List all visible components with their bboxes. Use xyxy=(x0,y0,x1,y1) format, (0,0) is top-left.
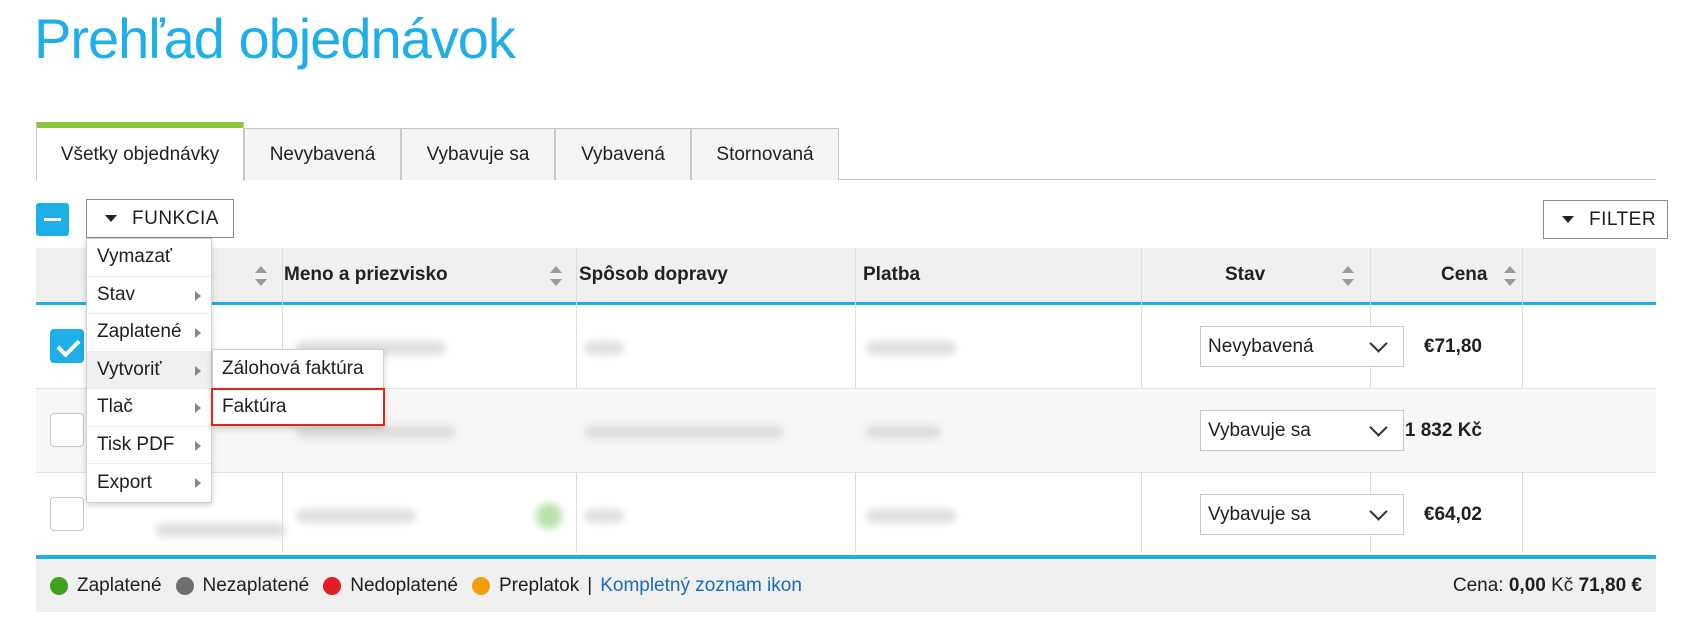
legend-overpaid: Preplatok xyxy=(471,574,580,597)
menu-item-label: Vytvoriť xyxy=(97,358,162,380)
blurred-order-date xyxy=(156,523,286,537)
overpaid-dot-icon xyxy=(471,576,490,595)
submenu-item-proforma-invoice[interactable]: Zálohová faktúra xyxy=(213,350,383,388)
menu-item-print-pdf[interactable]: Tisk PDF xyxy=(87,427,211,464)
unpaid-dot-icon xyxy=(175,576,194,595)
menu-item-export[interactable]: Export xyxy=(87,464,211,502)
header-status[interactable]: Stav xyxy=(1225,248,1265,302)
functions-menu: Vymazať Stav Zaplatené Vytvoriť Tlač Tis… xyxy=(86,238,212,503)
chevron-down-icon xyxy=(1369,502,1388,521)
sort-icon[interactable] xyxy=(550,266,562,286)
status-select-value: Nevybavená xyxy=(1208,335,1314,357)
legend-separator: | xyxy=(587,574,593,596)
status-select-value: Vybavuje sa xyxy=(1208,419,1311,441)
header-shipping: Spôsob dopravy xyxy=(579,264,728,285)
legend-label: Preplatok xyxy=(498,574,580,596)
total-czk: 0,00 xyxy=(1508,574,1546,596)
status-select-value: Vybavuje sa xyxy=(1208,503,1311,525)
chevron-right-icon xyxy=(195,290,201,301)
total-czk-currency: Kč xyxy=(1551,574,1574,596)
caret-down-icon xyxy=(1562,216,1574,223)
status-select[interactable]: Vybavuje sa xyxy=(1200,494,1404,535)
create-submenu: Zálohová faktúra Faktúra xyxy=(212,349,384,427)
blurred-shipping xyxy=(584,425,784,439)
menu-item-label: Tisk PDF xyxy=(97,433,175,455)
blurred-payment xyxy=(866,341,956,355)
filter-button-label: FILTER xyxy=(1589,208,1657,230)
chevron-right-icon xyxy=(195,403,201,413)
icon-list-link[interactable]: Kompletný zoznam ikon xyxy=(600,575,802,597)
tab-all-orders[interactable]: Všetky objednávky xyxy=(36,122,244,181)
tab-cancelled[interactable]: Stornovaná xyxy=(691,128,839,180)
table-footer: Zaplatené Nezaplatené Nedoplatené Prepla… xyxy=(36,555,1656,612)
tab-unprocessed[interactable]: Nevybavená xyxy=(244,128,401,180)
status-select[interactable]: Vybavuje sa xyxy=(1200,410,1404,451)
blurred-customer-name xyxy=(296,509,416,523)
legend-label: Nedoplatené xyxy=(350,574,458,596)
legend-paid: Zaplatené xyxy=(50,575,162,597)
legend-unpaid: Nezaplatené xyxy=(175,574,310,597)
functions-button[interactable]: FUNKCIA xyxy=(86,199,234,238)
blurred-status-icon xyxy=(536,503,562,529)
table-row[interactable]: Vybavuje sa €64,02 xyxy=(36,473,1656,557)
menu-item-print[interactable]: Tlač xyxy=(87,389,211,427)
menu-item-delete[interactable]: Vymazať xyxy=(87,239,211,277)
header-payment: Platba xyxy=(863,264,921,285)
blurred-payment xyxy=(866,425,941,439)
legend-label: Nezaplatené xyxy=(202,574,310,596)
select-all-checkbox[interactable] xyxy=(36,203,69,236)
tab-processing[interactable]: Vybavuje sa xyxy=(401,128,555,180)
paid-dot-icon xyxy=(50,576,68,595)
menu-item-paid[interactable]: Zaplatené xyxy=(87,314,211,352)
functions-button-label: FUNKCIA xyxy=(132,207,219,229)
chevron-right-icon xyxy=(195,365,201,376)
chevron-down-icon xyxy=(1369,418,1388,437)
order-price: 1 832 Kč xyxy=(1404,420,1482,441)
filter-button[interactable]: FILTER xyxy=(1543,200,1668,239)
total-label: Cena: xyxy=(1452,574,1504,596)
menu-item-label: Tlač xyxy=(97,396,133,418)
sort-icon[interactable] xyxy=(1342,266,1354,286)
legend-underpaid: Nedoplatené xyxy=(323,575,458,597)
chevron-down-icon xyxy=(1369,334,1388,353)
footer-total: Cena: 0,00 Kč 71,80 € xyxy=(1453,559,1642,612)
blurred-shipping xyxy=(584,341,624,355)
page-title: Prehľad objednávok xyxy=(34,7,516,70)
blurred-customer-name xyxy=(296,425,456,439)
header-price[interactable]: Cena xyxy=(1441,248,1487,302)
menu-item-label: Vymazať xyxy=(97,246,173,268)
menu-item-status[interactable]: Stav xyxy=(87,277,211,314)
order-price: €71,80 xyxy=(1423,336,1482,357)
underpaid-dot-icon xyxy=(323,576,342,595)
legend-label: Zaplatené xyxy=(77,574,162,596)
header-name[interactable]: Meno a priezvisko xyxy=(284,248,448,302)
minus-icon xyxy=(44,218,61,221)
caret-down-icon xyxy=(105,215,117,222)
blurred-shipping xyxy=(584,509,624,523)
menu-item-label: Zaplatené xyxy=(97,321,182,343)
chevron-right-icon xyxy=(195,478,201,488)
tab-processed[interactable]: Vybavená xyxy=(555,128,691,180)
submenu-item-invoice[interactable]: Faktúra xyxy=(213,388,383,426)
total-eur: 71,80 € xyxy=(1578,574,1642,596)
blurred-payment xyxy=(866,509,956,523)
chevron-right-icon xyxy=(195,328,201,338)
sort-icon[interactable] xyxy=(1504,266,1516,286)
sort-icon[interactable] xyxy=(255,266,267,286)
chevron-right-icon xyxy=(195,440,201,451)
menu-item-label: Stav xyxy=(97,283,136,305)
row-checkbox[interactable] xyxy=(50,329,84,363)
status-select[interactable]: Nevybavená xyxy=(1200,326,1404,367)
menu-item-label: Export xyxy=(97,471,152,493)
table-header: m Meno a priezvisko Spôsob dopravy Platb… xyxy=(36,248,1656,305)
order-price: €64,02 xyxy=(1423,504,1482,525)
status-tabs: Všetky objednávky Nevybavená Vybavuje sa… xyxy=(36,122,1656,181)
menu-item-create[interactable]: Vytvoriť xyxy=(87,351,211,389)
row-checkbox[interactable] xyxy=(50,413,84,447)
row-checkbox[interactable] xyxy=(50,497,84,531)
